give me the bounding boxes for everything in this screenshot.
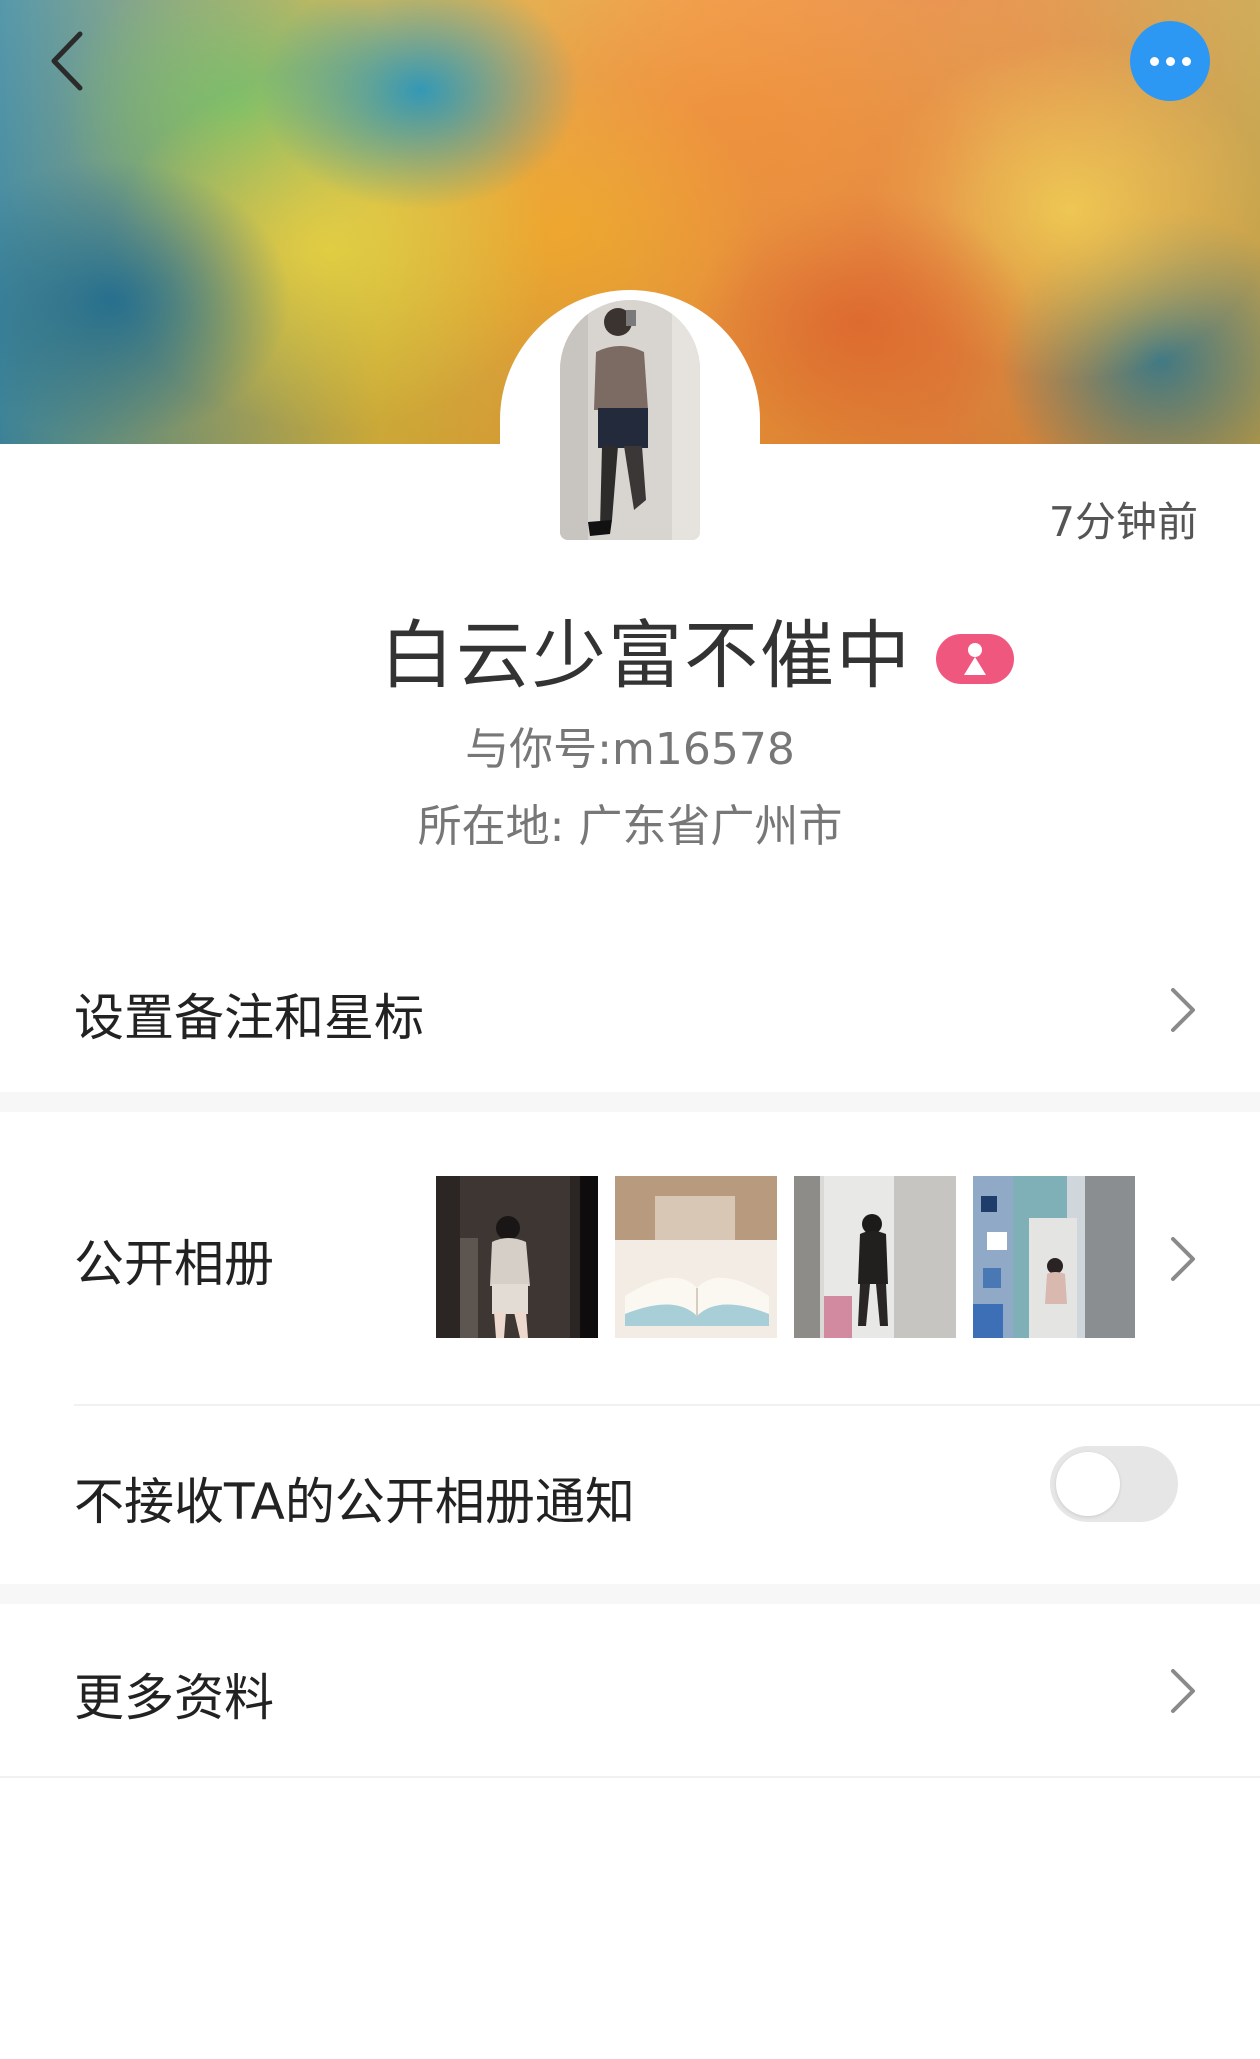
name-row: 白云少富不催中 — [0, 610, 1260, 702]
album-label: 公开相册 — [74, 1235, 274, 1293]
notify-label: 不接收TA的公开相册通知 — [74, 1473, 635, 1531]
female-person-icon — [964, 643, 986, 675]
avatar-photo — [560, 300, 700, 540]
user-name: 白云少富不催中 — [380, 613, 912, 699]
chevron-left-icon — [51, 31, 83, 91]
section-gap — [0, 1584, 1260, 1604]
chevron-right-icon — [1171, 1669, 1195, 1713]
back-button[interactable] — [38, 28, 98, 94]
toggle-knob — [1056, 1452, 1120, 1516]
remark-row[interactable]: 设置备注和星标 — [0, 930, 1260, 1090]
divider — [0, 1776, 1260, 1778]
album-row[interactable]: 公开相册 — [0, 1114, 1260, 1404]
notify-row: 不接收TA的公开相册通知 — [0, 1406, 1260, 1582]
last-seen-time: 7分钟前 — [1048, 498, 1198, 546]
notify-toggle[interactable] — [1050, 1446, 1178, 1522]
album-thumbnail[interactable] — [615, 1176, 777, 1338]
gender-badge — [936, 634, 1014, 684]
album-thumbnail[interactable] — [973, 1176, 1135, 1338]
avatar[interactable] — [560, 300, 700, 540]
ellipsis-icon — [1146, 56, 1194, 66]
more-button[interactable] — [1130, 21, 1210, 101]
account-id: 与你号:m16578 — [465, 724, 795, 775]
album-thumbnail[interactable] — [794, 1176, 956, 1338]
album-thumbnail[interactable] — [436, 1176, 598, 1338]
remark-label: 设置备注和星标 — [74, 989, 424, 1047]
location: 所在地: 广东省广州市 — [417, 801, 843, 852]
chevron-right-icon — [1171, 1237, 1195, 1281]
chevron-right-icon — [1171, 988, 1195, 1032]
section-gap — [0, 1092, 1260, 1112]
more-info-row[interactable]: 更多资料 — [0, 1606, 1260, 1776]
more-info-label: 更多资料 — [74, 1669, 274, 1727]
